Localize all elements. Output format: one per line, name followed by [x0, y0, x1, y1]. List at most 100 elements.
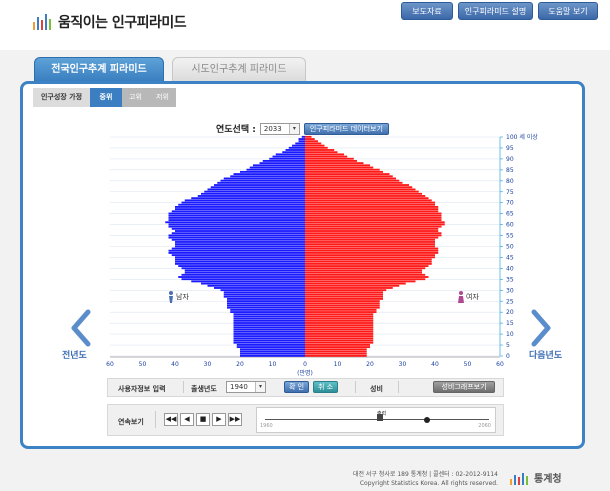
male-bar-age-58	[171, 227, 305, 230]
male-bar-age-89	[262, 160, 305, 162]
female-bar-age-28	[305, 293, 383, 296]
female-bar-age-55	[305, 234, 442, 237]
female-bar-age-93	[305, 151, 338, 154]
cancel-button[interactable]: 취 소	[313, 381, 338, 393]
play-button[interactable]: ▶	[212, 413, 226, 426]
male-bar-age-9	[233, 335, 305, 338]
female-bar-age-50	[305, 245, 435, 248]
timeline-slider[interactable]: 출력 1960 2060	[256, 407, 496, 433]
user-info-label: 사용자정보 입력	[118, 385, 166, 393]
female-bar-age-42	[305, 262, 432, 265]
female-bar-age-3	[305, 348, 367, 351]
male-bar-age-90	[269, 157, 305, 160]
male-bar-age-25	[227, 300, 305, 303]
prev-year-arrow-icon[interactable]	[71, 309, 91, 347]
male-bar-age-66	[171, 210, 305, 213]
confirm-button[interactable]: 확 인	[284, 381, 309, 393]
male-bar-age-15	[233, 322, 305, 324]
footer-copyright: Copyright Statistics Korea. All rights r…	[359, 480, 498, 487]
birth-year-value: 1940	[230, 383, 248, 391]
birth-year-select[interactable]: 1940 ▾	[226, 381, 266, 393]
female-label: 여자	[466, 292, 479, 301]
female-bar-age-24	[305, 302, 380, 305]
age-tick-label: 30	[506, 287, 514, 294]
female-bar-age-34	[305, 280, 416, 283]
male-bar-age-65	[168, 212, 305, 215]
male-bar-age-24	[227, 302, 305, 305]
age-tick-label: 0	[506, 353, 510, 360]
male-bar-age-62	[168, 219, 305, 222]
stop-button[interactable]: ■	[196, 413, 210, 426]
female-bar-age-37	[305, 273, 426, 276]
male-bar-age-6	[233, 341, 305, 344]
male-bar-age-95	[288, 146, 305, 149]
rewind-fast-button[interactable]: ◀◀	[164, 413, 178, 426]
age-axis-ticks: 100 세 이상95908580757065605550454035302520…	[499, 133, 538, 360]
prev-year-label[interactable]: 전년도	[62, 348, 87, 361]
next-year-arrow-icon[interactable]	[531, 309, 551, 347]
male-bar-age-71	[184, 199, 305, 202]
male-bar-age-36	[178, 276, 305, 278]
age-tick-label: 5	[506, 342, 510, 349]
footer-text: 대전 서구 청사로 189 통계청 | 콜센터 : 02-2012-9114 C…	[353, 470, 498, 488]
female-bar-age-68	[305, 205, 439, 208]
female-bar-age-22	[305, 306, 380, 309]
range-start: 1960	[260, 423, 273, 429]
age-tick-label: 95	[506, 145, 514, 152]
male-bar-age-40	[181, 267, 305, 270]
male-bar-age-87	[253, 164, 305, 167]
male-bar-age-17	[233, 317, 305, 320]
female-bar-age-10	[305, 333, 374, 335]
female-bar-age-46	[305, 254, 435, 257]
male-bar-age-47	[168, 251, 305, 254]
female-bar-age-8	[305, 337, 374, 340]
female-bar-age-40	[305, 267, 426, 270]
x-tick-label: 30	[399, 361, 407, 368]
age-tick-label: 35	[506, 276, 514, 283]
female-bar-age-86	[305, 166, 374, 169]
x-tick-label: 50	[464, 361, 472, 368]
female-bar-age-1	[305, 352, 367, 355]
female-bar-age-57	[305, 230, 439, 232]
male-bar-age-67	[175, 208, 305, 211]
female-bar-age-66	[305, 210, 439, 213]
male-bar-age-41	[178, 265, 305, 267]
male-bar-age-22	[227, 306, 305, 309]
slider-thumb[interactable]	[424, 417, 430, 423]
female-bar-age-91	[305, 155, 348, 158]
age-tick-label: 100 세 이상	[506, 133, 538, 141]
female-bar-age-95	[305, 146, 328, 149]
male-bar-age-86	[249, 166, 305, 169]
male-bar-age-80	[220, 179, 305, 182]
age-tick-label: 55	[506, 233, 514, 240]
male-bar-age-70	[181, 201, 305, 204]
male-bar-age-68	[175, 205, 305, 208]
chevron-down-icon: ▾	[255, 382, 265, 392]
male-bar-age-74	[201, 192, 305, 195]
footer-logo: 통계청	[510, 470, 562, 485]
male-bar-age-44	[175, 258, 305, 261]
male-bar-age-35	[181, 278, 305, 281]
male-bar-age-75	[204, 190, 305, 193]
female-bar-age-59	[305, 225, 442, 228]
male-bar-age-37	[181, 273, 305, 276]
female-bar-age-32	[305, 284, 400, 287]
male-bar-age-7	[233, 339, 305, 342]
age-tick-label: 90	[506, 156, 514, 163]
age-tick-label: 75	[506, 189, 514, 196]
female-bar-age-20	[305, 311, 377, 313]
male-bar-age-69	[178, 203, 305, 206]
male-bar-age-1	[240, 352, 305, 355]
male-bar-age-19	[233, 313, 305, 316]
female-bar-age-36	[305, 276, 429, 278]
sex-ratio-graph-button[interactable]: 성비그래프보기	[433, 381, 495, 393]
age-tick-label: 10	[506, 331, 514, 338]
age-tick-label: 70	[506, 200, 514, 207]
female-bar-age-39	[305, 269, 422, 272]
x-tick-label: 60	[106, 361, 114, 368]
next-year-label[interactable]: 다음년도	[529, 348, 562, 361]
forward-fast-button[interactable]: ▶▶	[228, 413, 242, 426]
male-bar-age-51	[175, 243, 305, 246]
rewind-button[interactable]: ◀	[180, 413, 194, 426]
male-bar-age-5	[236, 343, 305, 346]
